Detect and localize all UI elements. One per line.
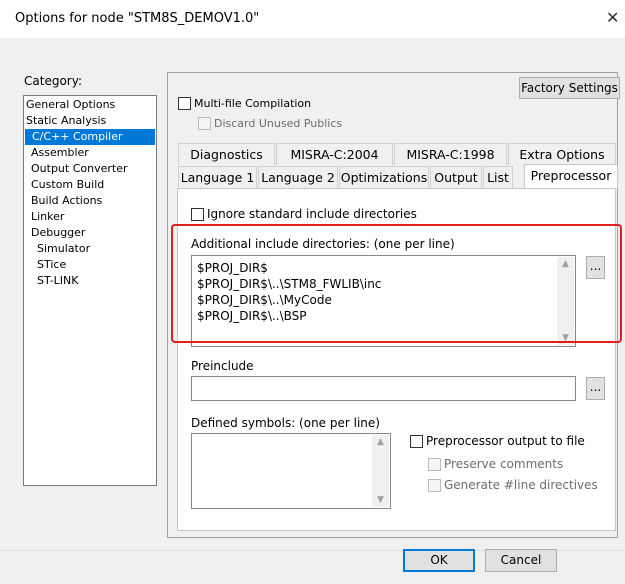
preprocessor-output-label: Preprocessor output to file: [426, 434, 585, 448]
category-item-stice[interactable]: STice: [37, 257, 66, 273]
tab-language-2[interactable]: Language 2: [258, 166, 338, 188]
category-list[interactable]: General Options Static Analysis C/C++ Co…: [23, 95, 157, 486]
defined-symbols-scrollbar[interactable]: ▲ ▼: [372, 435, 389, 507]
discard-unused-publics-checkbox[interactable]: [198, 117, 211, 130]
preinclude-label: Preinclude: [191, 359, 254, 373]
preprocessor-output-checkbox[interactable]: [410, 435, 423, 448]
defined-symbols-label: Defined symbols: (one per line): [191, 416, 380, 430]
multifile-compilation-label: Multi-file Compilation: [194, 97, 312, 110]
category-item-static-analysis[interactable]: Static Analysis: [25, 113, 106, 129]
preserve-comments-label: Preserve comments: [444, 457, 564, 471]
category-item-custom-build[interactable]: Custom Build: [31, 177, 104, 193]
preserve-comments-checkbox[interactable]: [428, 458, 441, 471]
tab-language-1[interactable]: Language 1: [178, 166, 257, 188]
category-item-debugger[interactable]: Debugger: [31, 225, 85, 241]
ok-button[interactable]: OK: [403, 549, 475, 572]
tab-list[interactable]: List: [483, 166, 513, 188]
tab-extra-options[interactable]: Extra Options: [508, 143, 616, 165]
scroll-down-arrow-icon[interactable]: ▼: [372, 495, 389, 505]
window-title: Options for node "STM8S_DEMOV1.0": [15, 11, 260, 26]
ignore-standard-include-checkbox[interactable]: [191, 208, 204, 221]
multifile-compilation-checkbox[interactable]: [178, 97, 191, 110]
tab-optimizations[interactable]: Optimizations: [339, 166, 429, 188]
ignore-standard-include-label: Ignore standard include directories: [207, 207, 417, 221]
category-item-build-actions[interactable]: Build Actions: [31, 193, 102, 209]
category-item-simulator[interactable]: Simulator: [37, 241, 90, 257]
category-item-c-cpp-compiler[interactable]: C/C++ Compiler: [25, 129, 155, 145]
close-icon[interactable]: ✕: [606, 8, 619, 27]
category-item-linker[interactable]: Linker: [31, 209, 64, 225]
preinclude-input[interactable]: [191, 376, 576, 401]
category-label: Category:: [24, 74, 82, 88]
highlight-box: [171, 224, 622, 343]
tab-diagnostics[interactable]: Diagnostics: [178, 143, 275, 165]
cancel-button[interactable]: Cancel: [485, 549, 557, 572]
factory-settings-button[interactable]: Factory Settings: [519, 77, 620, 99]
category-item-general-options[interactable]: General Options: [25, 97, 115, 113]
scroll-up-arrow-icon[interactable]: ▲: [372, 437, 389, 447]
tab-misra-c-1998[interactable]: MISRA-C:1998: [394, 143, 507, 165]
tab-output[interactable]: Output: [430, 166, 482, 188]
category-item-st-link[interactable]: ST-LINK: [37, 273, 78, 289]
category-item-output-converter[interactable]: Output Converter: [31, 161, 128, 177]
preinclude-browse-button[interactable]: ...: [586, 377, 605, 400]
generate-line-directives-checkbox[interactable]: [428, 479, 441, 492]
category-item-assembler[interactable]: Assembler: [31, 145, 89, 161]
discard-unused-publics-label: Discard Unused Publics: [214, 117, 343, 130]
defined-symbols-textarea[interactable]: ▲ ▼: [191, 433, 391, 509]
tab-preprocessor[interactable]: Preprocessor: [524, 164, 618, 188]
tab-misra-c-2004[interactable]: MISRA-C:2004: [276, 143, 393, 165]
generate-line-directives-label: Generate #line directives: [444, 478, 598, 492]
